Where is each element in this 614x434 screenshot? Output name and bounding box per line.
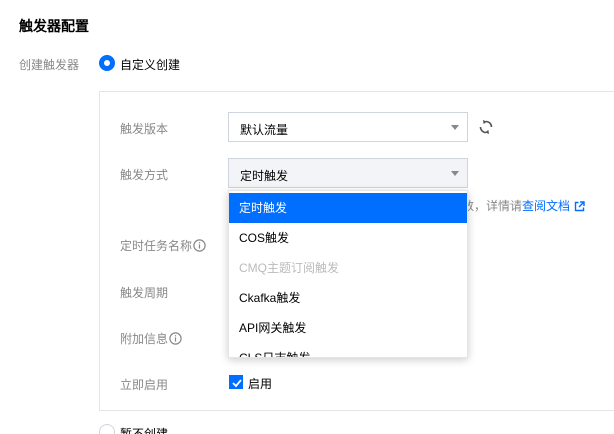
dropdown-item-cls[interactable]: CLS日志触发 — [229, 343, 467, 357]
trigger-version-select[interactable]: 默认流量 — [228, 112, 468, 142]
caret-down-icon — [451, 171, 459, 176]
trigger-version-value: 默认流量 — [240, 123, 289, 137]
enable-checkbox[interactable] — [229, 375, 243, 389]
info-circle-icon[interactable] — [193, 239, 206, 252]
custom-create-radio[interactable] — [99, 55, 115, 71]
trigger-period-label: 触发周期 — [120, 286, 169, 300]
trigger-version-label: 触发版本 — [120, 122, 169, 136]
no-create-radio-label[interactable]: 暂不创建 — [120, 425, 168, 434]
dropdown-item-timer[interactable]: 定时触发 — [229, 193, 467, 223]
trigger-method-hint: 数，详情请查阅文档 — [462, 197, 585, 215]
extra-info-label: 附加信息 — [120, 330, 182, 347]
dropdown-item-ckafka[interactable]: Ckafka触发 — [229, 283, 467, 313]
enable-checkbox-label[interactable]: 启用 — [248, 375, 272, 392]
trigger-method-label: 触发方式 — [120, 168, 169, 182]
custom-create-radio-label[interactable]: 自定义创建 — [120, 56, 180, 73]
refresh-icon[interactable] — [478, 119, 494, 135]
external-link-icon[interactable] — [574, 201, 585, 215]
extra-info-label-text: 附加信息 — [120, 332, 169, 346]
hint-text: 数，详情请 — [462, 199, 523, 213]
no-create-radio[interactable] — [99, 424, 115, 434]
dropdown-item-api-gateway[interactable]: API网关触发 — [229, 313, 467, 343]
trigger-method-dropdown: 定时触发 COS触发 CMQ主题订阅触发 Ckafka触发 API网关触发 CL… — [228, 190, 468, 358]
dropdown-item-cmq: CMQ主题订阅触发 — [239, 261, 339, 275]
task-name-label: 定时任务名称 — [120, 237, 206, 254]
caret-down-icon — [451, 125, 459, 130]
check-icon — [232, 379, 242, 388]
docs-link[interactable]: 查阅文档 — [522, 199, 570, 213]
trigger-method-select[interactable]: 定时触发 — [228, 158, 468, 188]
trigger-method-value: 定时触发 — [240, 169, 289, 183]
enable-now-label: 立即启用 — [120, 378, 169, 392]
page-title: 触发器配置 — [19, 18, 89, 34]
info-circle-icon[interactable] — [169, 332, 182, 345]
dropdown-item-cos[interactable]: COS触发 — [229, 223, 467, 253]
create-trigger-label: 创建触发器 — [19, 58, 80, 72]
task-name-label-text: 定时任务名称 — [120, 239, 193, 253]
